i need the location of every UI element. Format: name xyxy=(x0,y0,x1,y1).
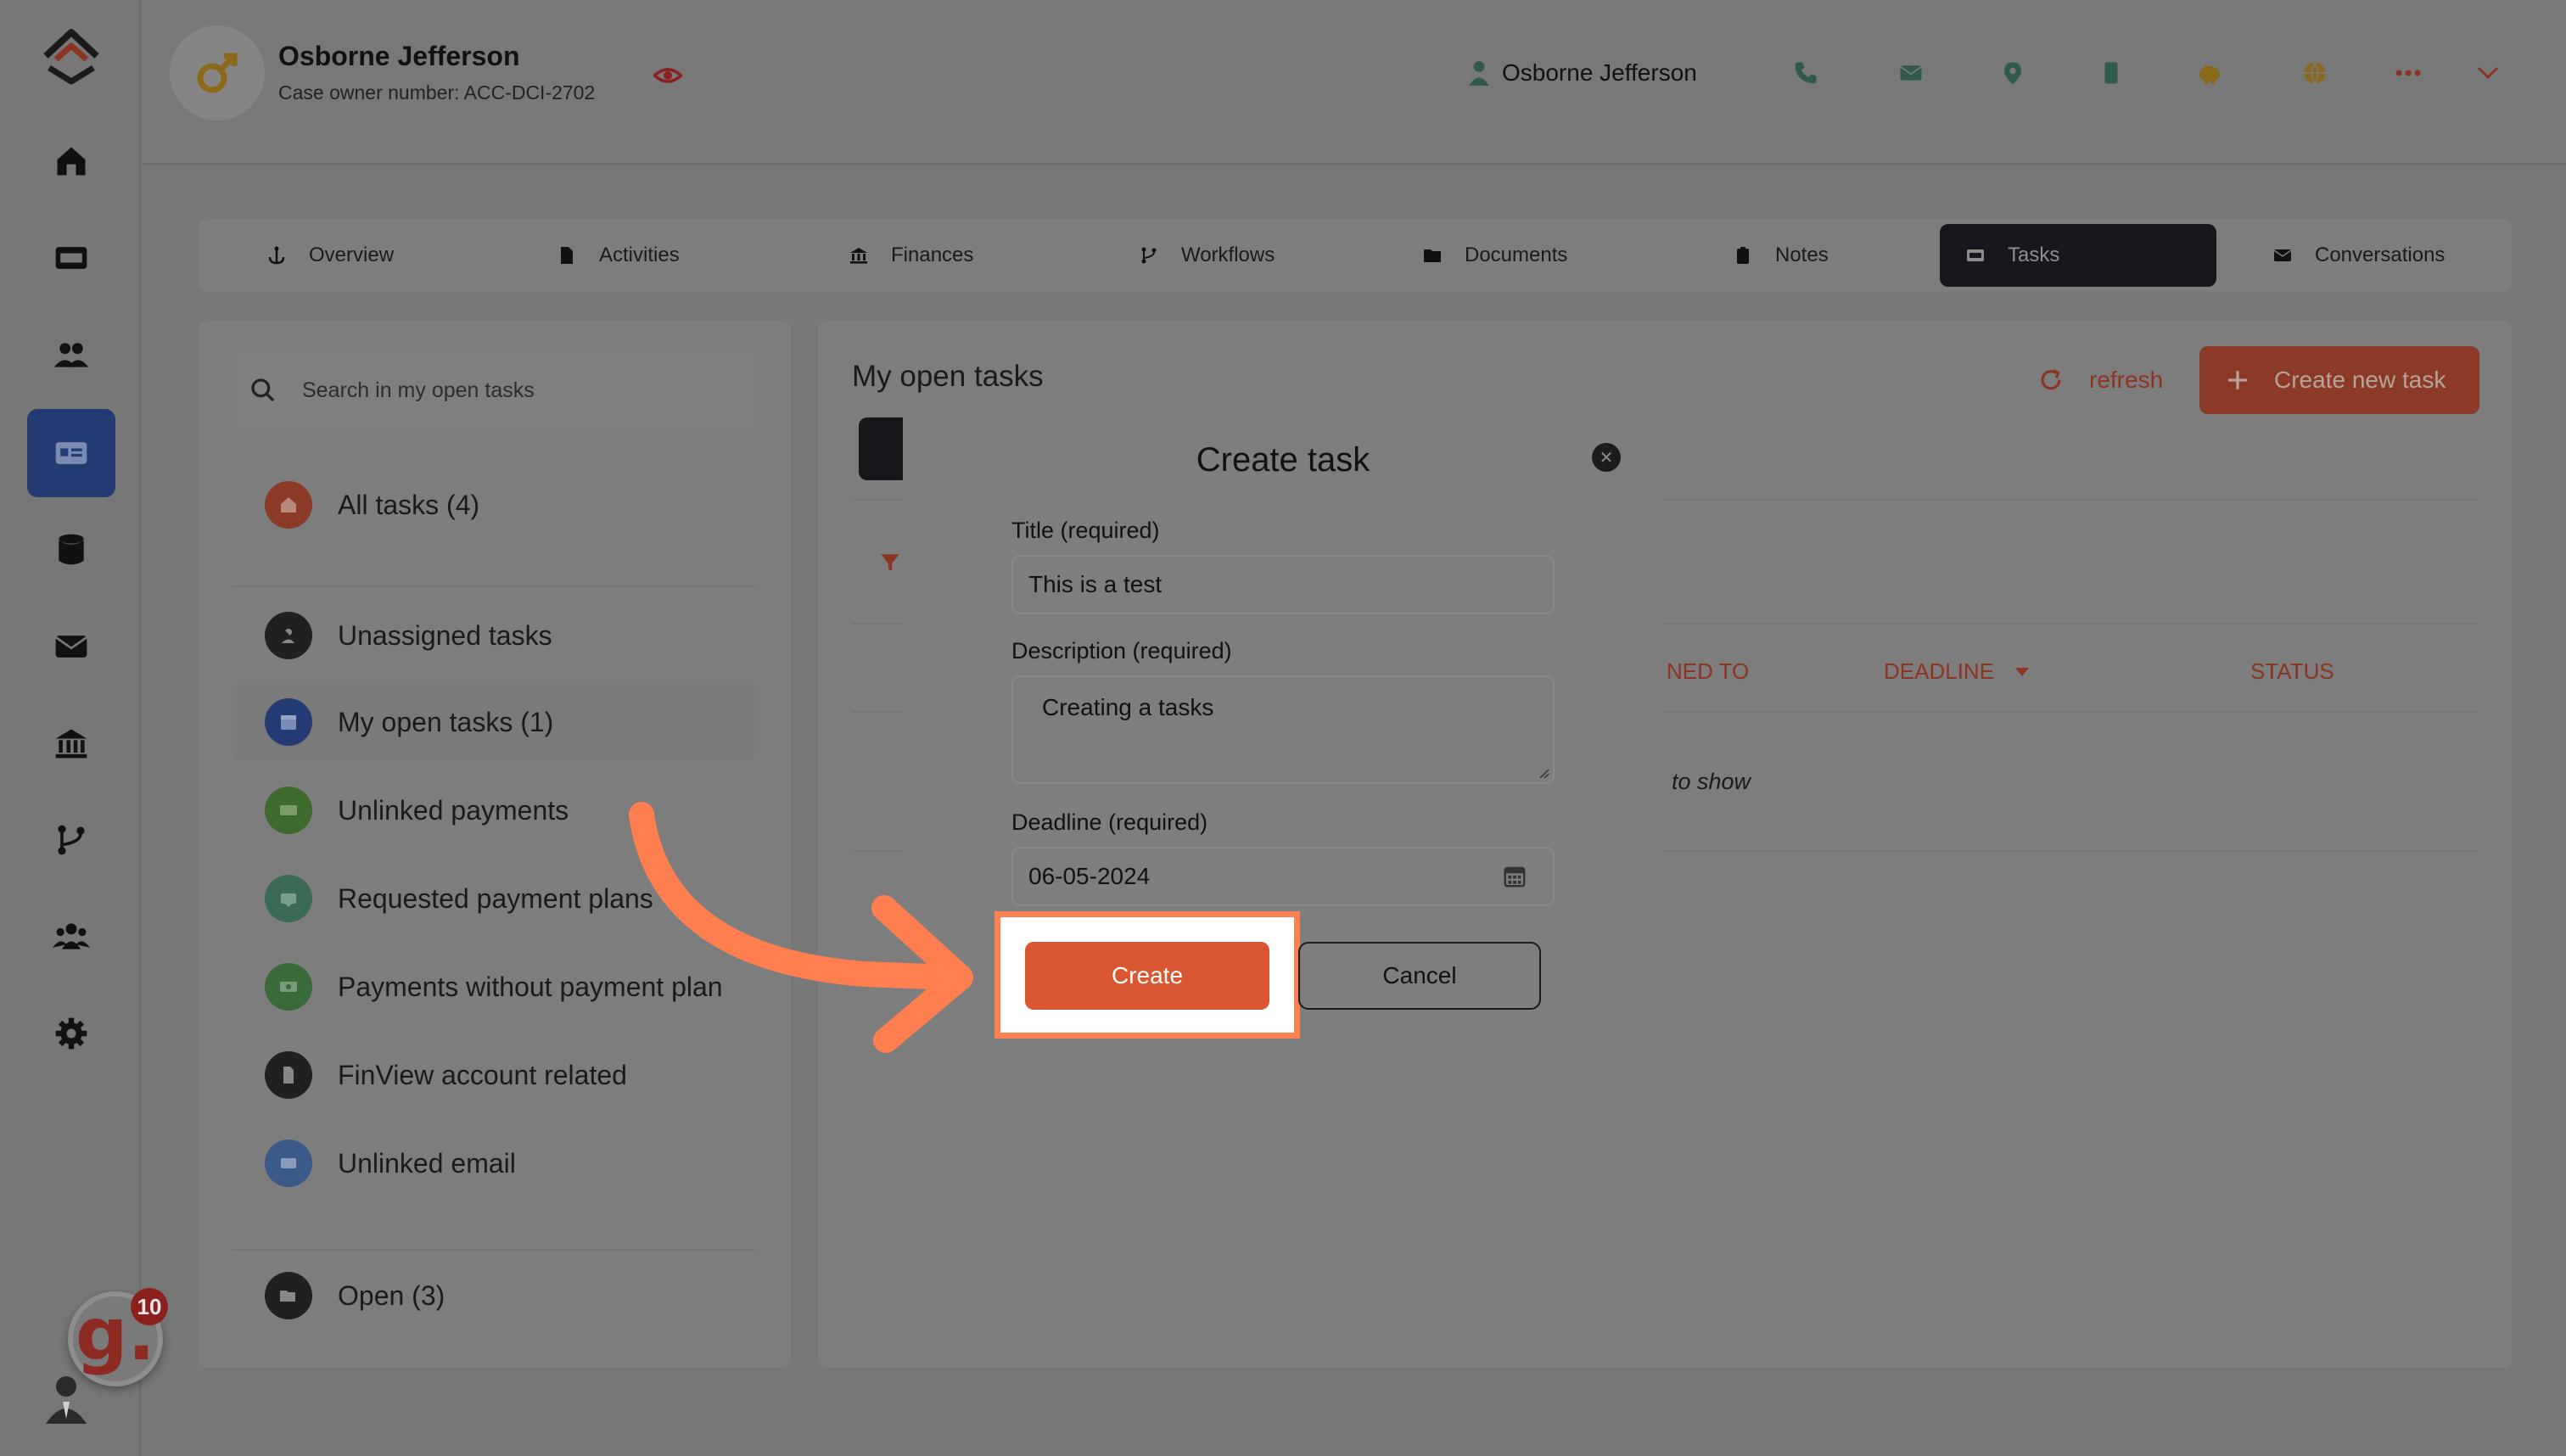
refresh-button[interactable]: refresh xyxy=(2038,367,2163,394)
search-icon xyxy=(251,378,275,402)
anchor-icon xyxy=(268,246,285,265)
clipboard-icon xyxy=(1737,247,1749,264)
tab-workflows[interactable]: Workflows xyxy=(1113,224,1300,287)
deadline-field[interactable]: 06-05-2024 xyxy=(1011,847,1555,906)
owner-name: Osborne Jefferson xyxy=(278,41,520,71)
folder-open-icon xyxy=(265,1272,312,1319)
case-header: Osborne Jefferson Case owner number: ACC… xyxy=(143,0,2566,165)
user-icon xyxy=(1469,61,1489,86)
dialog-title: Create task xyxy=(1196,441,1370,479)
refresh-icon xyxy=(2041,369,2061,390)
branch-icon xyxy=(1141,247,1157,264)
eye-icon[interactable] xyxy=(653,61,682,90)
rail-home-icon[interactable] xyxy=(27,117,115,205)
envelope-icon xyxy=(265,1140,312,1187)
case-owner-number: Case owner number: ACC-DCI-2702 xyxy=(278,81,596,104)
rail-database-icon[interactable] xyxy=(27,506,115,594)
tasks-icon xyxy=(1967,249,1984,261)
bank-icon xyxy=(850,248,867,264)
task-view-tab[interactable] xyxy=(859,417,910,480)
document-icon xyxy=(265,1051,312,1099)
search-placeholder: Search in my open tasks xyxy=(302,378,535,402)
rail-bank-icon[interactable] xyxy=(27,699,115,787)
title-field[interactable]: This is a test xyxy=(1011,555,1555,614)
chevron-down-icon[interactable] xyxy=(2473,58,2503,88)
description-label: Description (required) xyxy=(1011,638,1232,664)
tab-activities[interactable]: Activities xyxy=(531,224,705,287)
piggy-bank-icon[interactable] xyxy=(2194,58,2225,88)
rail-mail-icon[interactable] xyxy=(27,602,115,691)
description-field-value: Creating a tasks xyxy=(1042,694,1214,720)
location-icon[interactable] xyxy=(1997,58,2028,88)
column-header-assigned[interactable]: NED TO xyxy=(1667,658,1749,685)
rail-workflows-icon[interactable] xyxy=(27,796,115,884)
description-field[interactable]: Creating a tasks xyxy=(1011,675,1555,784)
list-item-my-open-tasks[interactable]: My open tasks (1) xyxy=(233,684,755,760)
tab-overview[interactable]: Overview xyxy=(241,224,419,287)
search-input[interactable]: Search in my open tasks xyxy=(233,348,755,433)
app-logo-icon[interactable] xyxy=(37,25,105,85)
filter-icon[interactable] xyxy=(879,552,901,574)
list-item-unlinked-email[interactable]: Unlinked email xyxy=(233,1125,755,1201)
calendar-icon[interactable] xyxy=(1502,864,1527,889)
left-rail: g. 10 xyxy=(0,0,168,1456)
page-title: My open tasks xyxy=(852,360,1044,393)
user-slash-icon xyxy=(265,612,312,659)
user-avatar[interactable] xyxy=(44,1371,88,1424)
resize-handle-icon[interactable] xyxy=(1536,765,1549,779)
list-item-all-tasks[interactable]: All tasks (4) xyxy=(233,467,755,543)
tutorial-arrow-icon xyxy=(629,802,973,1053)
cancel-button[interactable]: Cancel xyxy=(1298,942,1541,1010)
create-button[interactable]: Create xyxy=(1025,942,1269,1010)
more-options-icon[interactable] xyxy=(2393,58,2423,88)
tab-conversations[interactable]: Conversations xyxy=(2247,224,2470,287)
title-label: Title (required) xyxy=(1011,518,1160,543)
divider xyxy=(233,1249,755,1251)
cash-icon xyxy=(265,963,312,1011)
file-icon xyxy=(561,247,573,264)
notification-count-badge: 10 xyxy=(131,1288,168,1325)
rail-dashboard-icon[interactable] xyxy=(27,214,115,302)
tab-notes[interactable]: Notes xyxy=(1707,224,1854,287)
column-header-status[interactable]: STATUS xyxy=(2250,658,2334,685)
envelope-icon xyxy=(2273,249,2292,261)
header-user-name: Osborne Jefferson xyxy=(1502,59,1697,86)
rail-cases-icon[interactable] xyxy=(27,409,115,497)
empty-state-message: to show xyxy=(1672,769,1751,794)
sort-down-icon xyxy=(2015,667,2030,676)
header-user[interactable]: Osborne Jefferson xyxy=(1468,59,1697,87)
rail-people-icon[interactable] xyxy=(27,311,115,399)
deadline-field-value: 06-05-2024 xyxy=(1028,863,1151,889)
divider xyxy=(233,585,755,587)
title-field-value: This is a test xyxy=(1028,571,1163,597)
tab-finances[interactable]: Finances xyxy=(823,224,999,287)
payment-plan-icon xyxy=(265,875,312,922)
create-new-task-button[interactable]: Create new task xyxy=(2199,346,2479,414)
rail-settings-icon[interactable] xyxy=(27,989,115,1078)
case-tabs: Overview Activities Finances Workflows D… xyxy=(199,219,2512,292)
mobile-icon[interactable] xyxy=(2096,58,2126,88)
calendar-icon xyxy=(265,698,312,746)
tab-documents[interactable]: Documents xyxy=(1397,224,1593,287)
close-icon[interactable]: ✕ xyxy=(1592,443,1621,472)
home-icon xyxy=(265,481,312,529)
list-item-open[interactable]: Open (3) xyxy=(233,1257,755,1334)
column-header-deadline[interactable]: DEADLINE xyxy=(1884,658,2030,685)
email-icon[interactable] xyxy=(1896,58,1926,88)
rail-teams-icon[interactable] xyxy=(27,893,115,981)
phone-icon[interactable] xyxy=(1790,58,1821,88)
deadline-label: Deadline (required) xyxy=(1011,809,1208,835)
list-item-unassigned-tasks[interactable]: Unassigned tasks xyxy=(233,597,755,674)
owner-avatar xyxy=(170,25,265,120)
male-gender-icon xyxy=(197,53,238,93)
globe-icon[interactable] xyxy=(2300,58,2330,88)
plus-icon xyxy=(2228,371,2247,389)
money-icon xyxy=(265,787,312,834)
tab-tasks[interactable]: Tasks xyxy=(1940,224,2216,287)
folder-icon xyxy=(1424,249,1441,262)
